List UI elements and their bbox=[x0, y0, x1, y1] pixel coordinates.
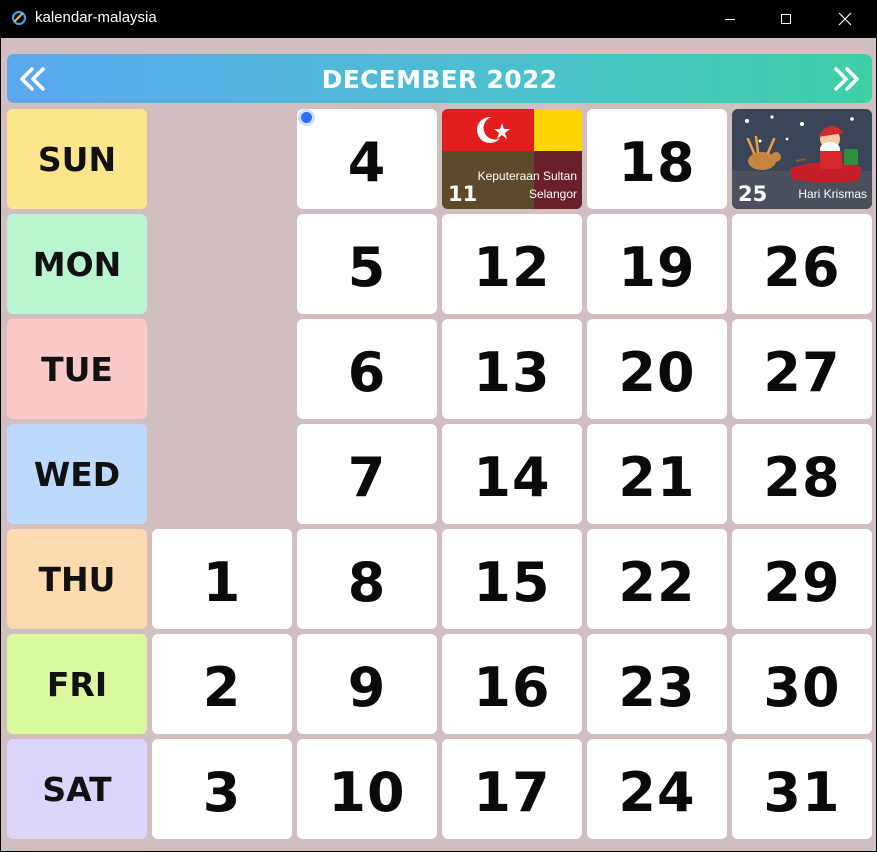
date-cell[interactable]: 20 bbox=[587, 319, 727, 419]
date-cell[interactable]: 29 bbox=[732, 529, 872, 629]
date-number: 18 bbox=[618, 131, 696, 194]
day-label-fri: FRI bbox=[7, 634, 147, 734]
app-logo-icon bbox=[11, 10, 27, 26]
date-cell[interactable]: 21 bbox=[587, 424, 727, 524]
date-cell[interactable]: 15 bbox=[442, 529, 582, 629]
date-cell[interactable]: 5 bbox=[297, 214, 437, 314]
day-label-thu: THU bbox=[7, 529, 147, 629]
date-cell[interactable]: 9 bbox=[297, 634, 437, 734]
title-bar: kalendar-malaysia bbox=[0, 0, 877, 38]
date-number: 12 bbox=[473, 236, 551, 299]
maximize-button[interactable] bbox=[763, 0, 809, 38]
calendar-view: DECEMBER 2022 SUN MON TUE WED THU FRI SA… bbox=[1, 38, 876, 851]
window-title: kalendar-malaysia bbox=[35, 9, 157, 26]
date-number: 2 bbox=[202, 656, 242, 719]
date-number: 20 bbox=[618, 341, 696, 404]
date-number: 7 bbox=[347, 446, 387, 509]
date-cell[interactable]: 23 bbox=[587, 634, 727, 734]
date-number: 17 bbox=[473, 761, 551, 824]
date-number: 29 bbox=[763, 551, 841, 614]
today-indicator bbox=[298, 109, 315, 126]
day-label-tue: TUE bbox=[7, 319, 147, 419]
date-cell-today[interactable]: 4 bbox=[297, 109, 437, 209]
date-cell[interactable]: 6 bbox=[297, 319, 437, 419]
date-number: 14 bbox=[473, 446, 551, 509]
date-cell[interactable]: 13 bbox=[442, 319, 582, 419]
date-cell[interactable]: 31 bbox=[732, 739, 872, 839]
date-cell[interactable]: 16 bbox=[442, 634, 582, 734]
date-cell[interactable]: 22 bbox=[587, 529, 727, 629]
date-cell[interactable]: 30 bbox=[732, 634, 872, 734]
date-cell[interactable]: 12 bbox=[442, 214, 582, 314]
date-cell[interactable]: 7 bbox=[297, 424, 437, 524]
close-button[interactable] bbox=[822, 0, 868, 38]
holiday-cell[interactable]: 11 Keputeraan Sultan Selangor bbox=[442, 109, 582, 209]
date-number: 23 bbox=[618, 656, 696, 719]
month-header: DECEMBER 2022 bbox=[7, 54, 872, 103]
date-cell[interactable]: 19 bbox=[587, 214, 727, 314]
date-number: 10 bbox=[328, 761, 406, 824]
day-label-sun: SUN bbox=[7, 109, 147, 209]
date-number: 6 bbox=[347, 341, 387, 404]
date-cell[interactable]: 24 bbox=[587, 739, 727, 839]
date-number: 9 bbox=[347, 656, 387, 719]
date-cell[interactable]: 14 bbox=[442, 424, 582, 524]
date-number: 5 bbox=[347, 236, 387, 299]
date-number: 19 bbox=[618, 236, 696, 299]
date-number: 30 bbox=[763, 656, 841, 719]
date-number: 31 bbox=[763, 761, 841, 824]
date-cell[interactable]: 3 bbox=[152, 739, 292, 839]
date-number: 26 bbox=[763, 236, 841, 299]
date-number: 24 bbox=[618, 761, 696, 824]
date-number: 27 bbox=[763, 341, 841, 404]
date-cell[interactable]: 28 bbox=[732, 424, 872, 524]
date-number: 21 bbox=[618, 446, 696, 509]
date-cell[interactable]: 1 bbox=[152, 529, 292, 629]
maximize-icon bbox=[781, 14, 791, 24]
holiday-name: Keputeraan Sultan Selangor bbox=[477, 169, 577, 201]
date-number: 4 bbox=[347, 131, 387, 194]
date-cell[interactable]: 26 bbox=[732, 214, 872, 314]
date-number: 3 bbox=[202, 761, 242, 824]
date-cell[interactable]: 27 bbox=[732, 319, 872, 419]
date-number: 1 bbox=[202, 551, 242, 614]
minimize-button[interactable] bbox=[707, 0, 753, 38]
date-number: 16 bbox=[473, 656, 551, 719]
holiday-name: Hari Krismas bbox=[798, 186, 867, 201]
day-label-mon: MON bbox=[7, 214, 147, 314]
date-cell[interactable]: 2 bbox=[152, 634, 292, 734]
date-cell[interactable]: 18 bbox=[587, 109, 727, 209]
double-chevron-right-icon bbox=[834, 67, 859, 91]
date-number: 8 bbox=[347, 551, 387, 614]
minimize-icon bbox=[725, 19, 735, 20]
date-cell[interactable]: 10 bbox=[297, 739, 437, 839]
day-label-sat: SAT bbox=[7, 739, 147, 839]
date-cell[interactable]: 8 bbox=[297, 529, 437, 629]
month-title: DECEMBER 2022 bbox=[321, 65, 558, 94]
close-icon bbox=[838, 12, 852, 26]
date-number: 22 bbox=[618, 551, 696, 614]
holiday-cell[interactable]: 25 Hari Krismas bbox=[732, 109, 872, 209]
next-month-button[interactable] bbox=[829, 63, 863, 95]
date-cell[interactable]: 17 bbox=[442, 739, 582, 839]
date-number: 13 bbox=[473, 341, 551, 404]
date-number: 15 bbox=[473, 551, 551, 614]
day-label-wed: WED bbox=[7, 424, 147, 524]
date-number: 28 bbox=[763, 446, 841, 509]
